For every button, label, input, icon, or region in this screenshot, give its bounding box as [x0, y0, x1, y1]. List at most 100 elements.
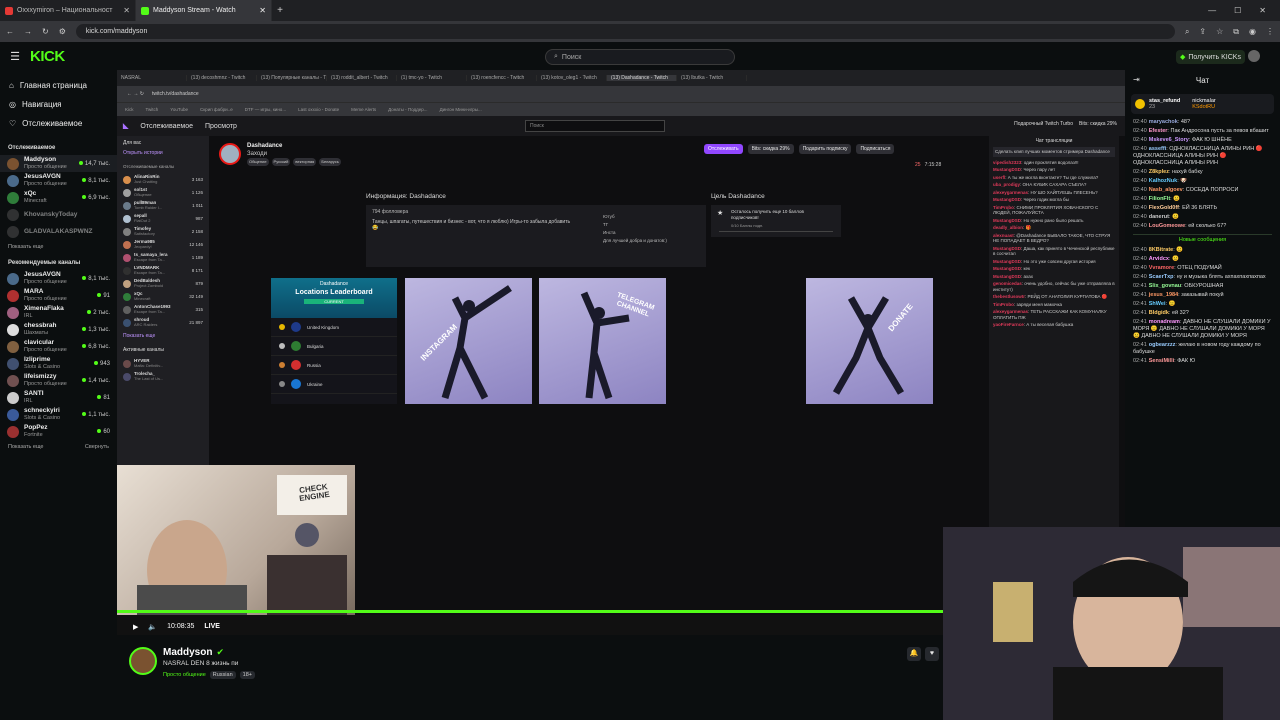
zoom-icon[interactable]: ⌕: [1185, 27, 1189, 37]
recommended-channel[interactable]: lifeismizzy Просто общение 1,4 тыс.: [0, 372, 117, 389]
chat-username[interactable]: monadream: [1149, 319, 1180, 325]
show-more-following[interactable]: Показать еще: [0, 240, 117, 254]
viewer-count-value: 81: [103, 394, 110, 401]
search-input[interactable]: ⌕ Поиск: [545, 49, 735, 65]
forward-icon[interactable]: →: [24, 27, 32, 36]
chat-username[interactable]: jesus_1984: [1149, 292, 1178, 298]
bookmark-star-icon[interactable]: ☆: [1216, 27, 1223, 36]
reload-icon[interactable]: ↻: [42, 27, 49, 36]
following-channel[interactable]: xQc Minecraft 6,9 тыс.: [0, 189, 117, 206]
inner-bookmark: YouTube: [170, 107, 188, 112]
collapse-sidebar-button[interactable]: Свернуть: [85, 444, 109, 450]
chat-username[interactable]: maryachok: [1149, 119, 1178, 125]
chat-username[interactable]: Arvidcx: [1149, 256, 1169, 262]
chat-username[interactable]: Mskeve6_Story: [1149, 137, 1189, 143]
chat-username[interactable]: FilionFlt: [1149, 196, 1170, 202]
maximize-icon[interactable]: ☐: [1234, 6, 1241, 15]
chat-username[interactable]: ogbearzzz: [1149, 342, 1176, 348]
url-field[interactable]: kick.com/maddyson: [75, 24, 1175, 39]
live-dot-icon: [97, 394, 102, 399]
following-channel[interactable]: GLADVALAKASPWNZ: [0, 223, 117, 240]
volume-icon[interactable]: 🔈: [148, 623, 157, 631]
recommended-channel[interactable]: MARA Просто общение 91: [0, 287, 117, 304]
share-icon[interactable]: ⇪: [1199, 27, 1206, 36]
chat-username[interactable]: danerut: [1149, 214, 1169, 220]
hamburger-icon[interactable]: ☰: [4, 50, 26, 63]
menu-icon[interactable]: ⋮: [1266, 27, 1274, 36]
recommended-channel[interactable]: XimenaFlaka IRL 2 тыс.: [0, 304, 117, 321]
minimize-icon[interactable]: —: [1208, 6, 1216, 15]
play-icon[interactable]: ▶: [133, 623, 138, 631]
stream-category-link[interactable]: Просто общение: [163, 672, 206, 678]
twitch-chat-text: А ты веселая бабушка: [1026, 322, 1074, 327]
twitch-chat-user: MustangDSD: [993, 245, 1021, 251]
new-tab-button[interactable]: +: [272, 5, 288, 16]
user-avatar[interactable]: [1248, 50, 1260, 62]
nav-home[interactable]: ⌂ Главная страница: [0, 76, 117, 95]
twitch-link: Ютуб: [603, 214, 615, 219]
chat-username[interactable]: Vvramore: [1149, 265, 1174, 271]
channel-name: chessbrah: [24, 322, 57, 329]
recommended-channel[interactable]: JesusAVGN Просто общение 8,1 тыс.: [0, 270, 117, 287]
show-more-recommended[interactable]: Показать еще: [8, 444, 44, 450]
channel-name: xQc: [24, 190, 37, 197]
chat-username[interactable]: LouGomeowe: [1149, 223, 1185, 229]
close-tab-icon[interactable]: ✕: [259, 6, 266, 15]
browser-tab-active[interactable]: Maddyson Stream - Watch ✕: [136, 0, 272, 21]
twitch-chat-message: thebestlusowtr: РЕЙД ОТ АНАТОЛИЯ КУРПАТО…: [993, 294, 1115, 300]
chat-username[interactable]: Slix_govnau: [1149, 283, 1181, 289]
twitch-channel-avatar: [123, 359, 131, 368]
age-tag: 18+: [239, 671, 255, 679]
twitch-channel: ts_samaya_lera Escape from Ta... 1 189: [117, 251, 209, 264]
twitch-chat-message: MustangDSD: ахах: [993, 274, 1115, 280]
recommended-channel[interactable]: schneckyiri Slots & Casino 1,1 тыс.: [0, 406, 117, 423]
site-info-icon[interactable]: ⚙: [59, 27, 66, 36]
chat-message: 02:41 Bldgidk: ей 32?: [1125, 309, 1280, 318]
browser-tab[interactable]: Oxxxymiron – Национальност ✕: [0, 0, 136, 21]
medal-icon: [279, 324, 285, 330]
chat-username[interactable]: ShWei: [1149, 301, 1166, 307]
recommended-channel[interactable]: chessbrah Шахматы 1,3 тыс.: [0, 321, 117, 338]
twitch-channel-text: sepall FlatOut 2: [134, 213, 192, 224]
chat-username[interactable]: ScaerTxp: [1149, 274, 1174, 280]
twitch-chat-user: MustangDSD: [993, 266, 1021, 271]
kick-logo[interactable]: KICK: [30, 48, 65, 65]
chat-username[interactable]: Bldgidk: [1149, 310, 1169, 316]
recommended-channel[interactable]: SANTI IRL 81: [0, 389, 117, 406]
chat-username[interactable]: FlexGold0ff: [1149, 205, 1179, 211]
nav-following[interactable]: ♡ Отслеживаемое: [0, 114, 117, 133]
twitch-chat-message: deadly_albion: 🎁: [993, 225, 1115, 231]
channel-name: JesusAVGN: [24, 271, 61, 278]
following-channel[interactable]: Maddyson Просто общение 14,7 тыс.: [0, 155, 117, 172]
chat-username[interactable]: asseffi: [1149, 146, 1166, 152]
channel-name[interactable]: Maddyson: [163, 647, 212, 658]
chat-username[interactable]: KalhozNuk: [1149, 178, 1177, 184]
chat-timestamp: 02:40: [1133, 178, 1147, 184]
close-tab-icon[interactable]: ✕: [123, 6, 130, 15]
heart-follow-icon[interactable]: ♥: [925, 647, 939, 661]
get-kicks-button[interactable]: ◆ Получить KICKs: [1176, 50, 1245, 64]
language-tag[interactable]: Russian: [209, 671, 236, 679]
twitch-chat-user: MustangDSD: [993, 167, 1021, 172]
chat-username[interactable]: SensiMilli: [1149, 358, 1174, 364]
chat-username[interactable]: Z8kplez: [1149, 169, 1169, 175]
chat-username[interactable]: Nasb_algoev: [1149, 187, 1183, 193]
following-channel[interactable]: JesusAVGN Просто общение 8,1 тыс.: [0, 172, 117, 189]
channel-avatar[interactable]: [129, 647, 157, 675]
recommended-channel[interactable]: lzliprime Slots & Casino 943: [0, 355, 117, 372]
chat-username[interactable]: Efester: [1149, 128, 1168, 134]
goal-panel: ★ Осталось получить еще 10 баллов подпис…: [711, 205, 841, 237]
extensions-icon[interactable]: ⧉: [1233, 27, 1239, 37]
close-window-icon[interactable]: ✕: [1259, 6, 1266, 15]
recommended-channel[interactable]: clavicular Просто общение 6,8 тыс.: [0, 338, 117, 355]
chat-username[interactable]: 8KBitrate: [1149, 247, 1173, 253]
profile-icon[interactable]: ◉: [1249, 27, 1256, 36]
viewer-count-value: 1,3 тыс.: [88, 326, 110, 333]
following-channel[interactable]: KhovanskyToday: [0, 206, 117, 223]
back-icon[interactable]: ←: [6, 27, 14, 36]
collapse-chat-icon[interactable]: ⇥: [1133, 75, 1140, 84]
notification-bell-icon[interactable]: 🔔: [907, 647, 921, 661]
nav-browse[interactable]: ◎ Навигация: [0, 95, 117, 114]
goal-icon: ★: [717, 210, 724, 217]
recommended-channel[interactable]: PopPez Fortnite 60: [0, 423, 117, 440]
